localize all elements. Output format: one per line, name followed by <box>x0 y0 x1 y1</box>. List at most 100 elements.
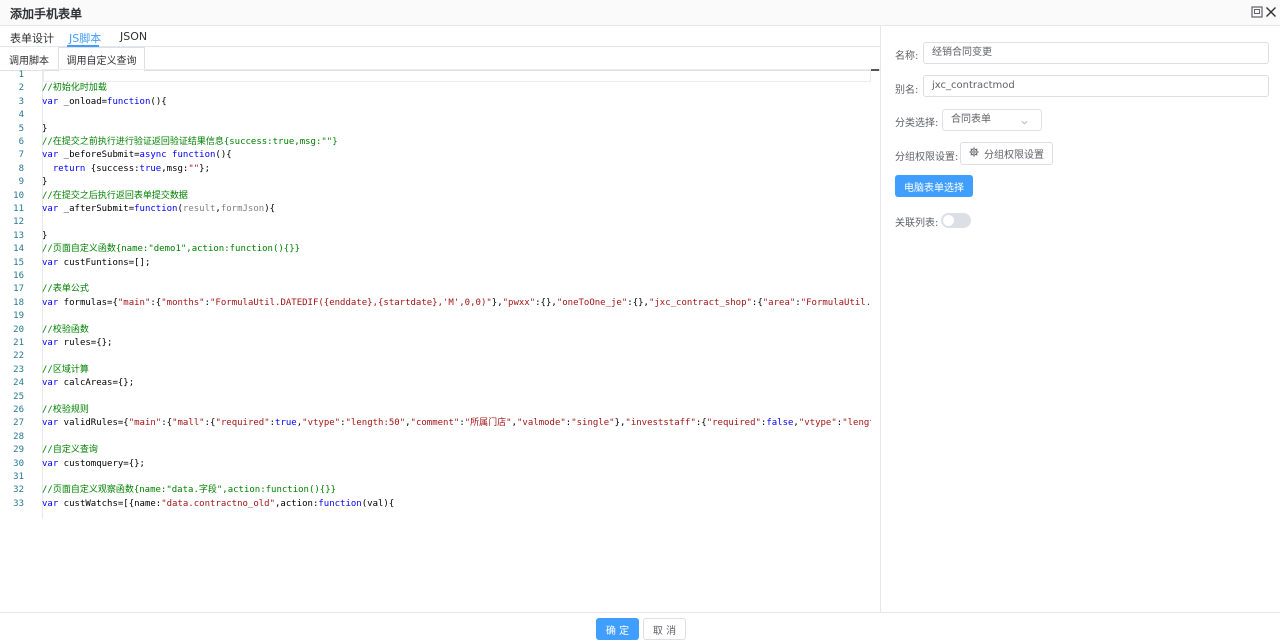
code-text: var custWatchs=[{name:"data.contractno_o… <box>42 498 395 509</box>
code-line: 33 var custWatchs=[{name:"data.contractno… <box>0 498 871 511</box>
code-line: 15 var custFuntions=[]; <box>0 257 871 270</box>
code-line: 32 //页面自定义观察函数{name:"data.字段",action:func… <box>0 484 871 497</box>
right-panel: 名称: 经销合同变更 别名: jxc_contractmod 分类选择: 合同表… <box>882 26 1280 612</box>
line-number: 19 <box>13 311 24 322</box>
switch-knob <box>943 215 954 226</box>
dialog-header: 添加手机表单 <box>0 0 1280 26</box>
main-tabs: 表单设计 JS脚本 JSON <box>0 26 881 47</box>
code-text: //自定义查询 <box>42 445 98 456</box>
code-line: 14 //页面自定义函数{name:"demo1",action:function… <box>0 243 871 256</box>
code-text: //页面自定义函数{name:"demo1",action:function()… <box>42 244 301 255</box>
code-line: 1 <box>0 69 871 82</box>
code-line: 9} <box>0 176 871 189</box>
line-number: 28 <box>13 431 24 442</box>
code-text: //在提交之后执行返回表单提交数据 <box>42 190 188 201</box>
pc-form-select-button[interactable]: 电脑表单选择 <box>895 175 973 197</box>
editor-scrollbar[interactable] <box>871 69 879 71</box>
confirm-button[interactable]: 确 定 <box>596 618 639 640</box>
code-line: 7 var _beforeSubmit=async function(){ <box>0 149 871 162</box>
tab-js-script[interactable]: JS脚本 <box>69 30 101 46</box>
code-line: 11 var _afterSubmit=function(result,formJ… <box>0 203 871 216</box>
alias-input[interactable]: jxc_contractmod <box>923 75 1269 97</box>
dialog-title: 添加手机表单 <box>10 7 83 21</box>
line-number: 33 <box>13 498 24 509</box>
code-line: 31 <box>0 471 871 484</box>
script-subtabs: 调用脚本 调用自定义查询 <box>0 47 881 72</box>
name-input[interactable]: 经销合同变更 <box>923 42 1269 64</box>
code-line: 28 <box>0 431 871 444</box>
linked-list-switch[interactable] <box>941 213 971 228</box>
tab-json[interactable]: JSON <box>120 30 147 43</box>
code-line: 17 //表单公式 <box>0 283 871 296</box>
code-text: //在提交之前执行进行验证返回验证结果信息{success:true,msg:"… <box>42 137 338 147</box>
category-selected-value: 合同表单 <box>951 114 991 125</box>
close-icon[interactable] <box>1263 4 1279 20</box>
code-line: 8 return {success:true,msg:""}; <box>0 163 871 176</box>
code-line: 22 <box>0 350 871 363</box>
line-number: 20 <box>13 324 24 335</box>
line-number: 7 <box>18 150 24 161</box>
line-number: 11 <box>13 204 24 214</box>
line-number: 12 <box>13 217 24 228</box>
code-line: 20 //校验函数 <box>0 324 871 337</box>
cancel-button[interactable]: 取 消 <box>643 618 686 640</box>
line-number: 30 <box>13 458 24 469</box>
code-editor[interactable]: 1 2//初始化时加载 3 var _onload=function(){4 5} 6 //… <box>0 69 881 519</box>
code-text: var _onload=function(){ <box>42 96 167 107</box>
line-number: 17 <box>13 284 24 295</box>
line-number: 16 <box>13 271 24 281</box>
code-line: 25 <box>0 391 871 404</box>
code-line: 16 <box>0 270 871 283</box>
line-number: 4 <box>18 110 24 121</box>
code-text: var validRules={"main":{"mall":{"require… <box>42 418 871 429</box>
line-number: 8 <box>18 163 24 174</box>
code-line: 30 var customquery={}; <box>0 458 871 471</box>
line-number: 18 <box>13 297 24 308</box>
permission-label: 分组权限设置: <box>895 152 959 163</box>
code-line: 18 var formulas={"main":{"months":"Formul… <box>0 297 871 310</box>
code-line: 21 var rules={}; <box>0 337 871 350</box>
code-line: 10 //在提交之后执行返回表单提交数据 <box>0 190 871 203</box>
code-line: 27 var validRules={"main":{"mall":{"requi… <box>0 417 871 430</box>
line-number: 14 <box>13 244 24 255</box>
dialog-footer: 确 定 取 消 <box>0 612 1280 643</box>
code-text: return {success:true,msg:""}; <box>52 163 211 174</box>
line-number: 6 <box>18 137 24 147</box>
line-number: 1 <box>18 70 24 80</box>
alias-label: 别名: <box>895 85 919 96</box>
code-text: //表单公式 <box>42 284 89 295</box>
group-permission-button-label: 分组权限设置 <box>984 150 1044 161</box>
tab-form-design[interactable]: 表单设计 <box>10 30 54 46</box>
left-panel: 表单设计 JS脚本 JSON 调用脚本 调用自定义查询 1 2//初始化时加载 3 v… <box>0 26 881 612</box>
subtab-call-script[interactable]: 调用脚本 <box>0 47 58 71</box>
line-number: 29 <box>13 445 24 456</box>
code-text: var custFuntions=[]; <box>42 257 151 268</box>
code-line: 24 var calcAreas={}; <box>0 377 871 390</box>
code-text: //区域计算 <box>42 364 89 375</box>
line-number: 13 <box>13 230 24 241</box>
code-text: var formulas={"main":{"months":"FormulaU… <box>42 297 871 308</box>
code-line: 5} <box>0 123 871 136</box>
code-text: var rules={}; <box>42 338 113 348</box>
code-text: } <box>42 177 48 188</box>
add-mobile-form-dialog: 添加手机表单 表单设计 JS脚本 JSON 调用脚本 调用自定义查询 1 2//初… <box>0 0 1280 643</box>
code-line: 4 <box>0 109 871 122</box>
code-line: 12 <box>0 216 871 229</box>
category-select[interactable]: 合同表单 <box>942 109 1042 131</box>
name-label: 名称: <box>895 51 919 62</box>
line-number: 27 <box>13 418 24 429</box>
code-line: 2 //初始化时加载 <box>0 82 871 95</box>
code-text: var customquery={}; <box>42 458 145 469</box>
code-line: 19 <box>0 310 871 323</box>
line-number: 25 <box>13 391 24 402</box>
code-text: //页面自定义观察函数{name:"data.字段",action:functi… <box>42 485 337 496</box>
code-line: 29 //自定义查询 <box>0 444 871 457</box>
code-line: 3 var _onload=function(){ <box>0 96 871 109</box>
group-permission-button[interactable]: 分组权限设置 <box>960 142 1053 165</box>
code-text: //校验函数 <box>42 324 89 335</box>
category-label: 分类选择: <box>895 118 939 129</box>
gear-icon <box>969 147 979 160</box>
code-line: 26 //校验规则 <box>0 404 871 417</box>
linked-list-label: 关联列表: <box>895 218 939 229</box>
line-number: 22 <box>13 351 24 362</box>
